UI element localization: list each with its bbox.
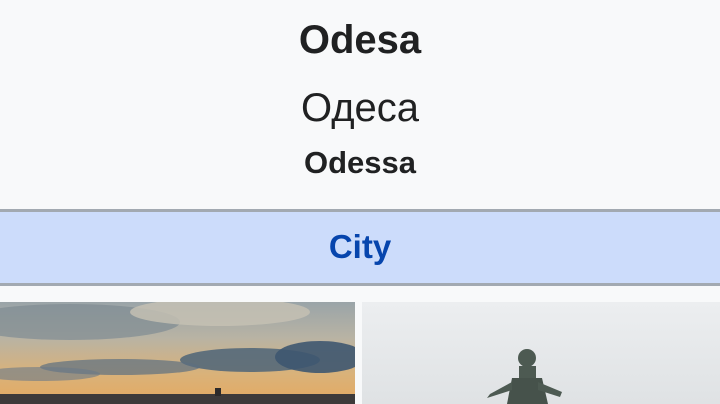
city-name-alternate: Odessa: [303, 145, 416, 180]
city-name-english: Odesa: [298, 18, 422, 62]
infobox-header: Odesa Одеса Odessa: [0, 0, 720, 210]
settlement-type-row: City: [0, 212, 720, 283]
settlement-type-link[interactable]: City: [329, 226, 391, 268]
sunset-sky-photo[interactable]: [0, 302, 355, 404]
infobox: Odesa Одеса Odessa City: [0, 0, 720, 404]
divider: [0, 283, 720, 286]
city-name-native: Одеса: [300, 86, 420, 130]
image-montage: [0, 302, 720, 404]
statue-monument-photo[interactable]: [362, 302, 720, 404]
